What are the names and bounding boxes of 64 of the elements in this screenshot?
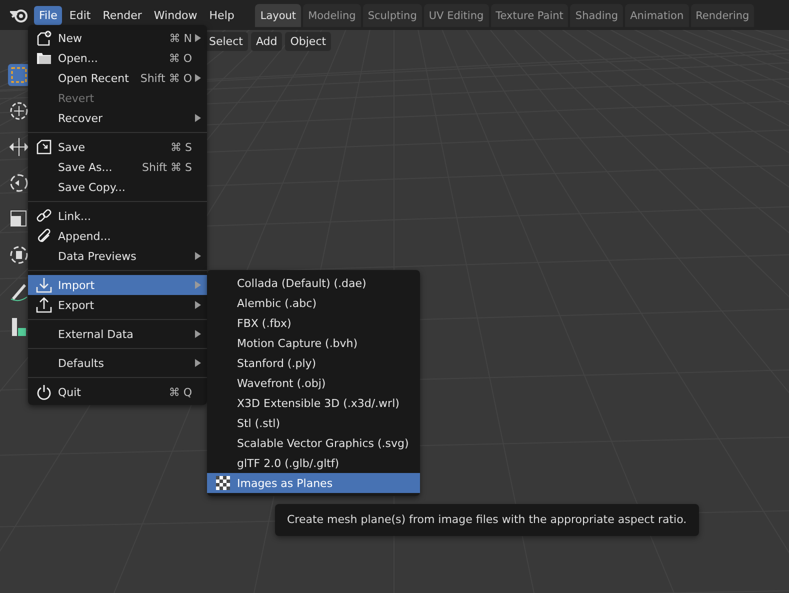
menu-item[interactable]: glTF 2.0 (.glb/.gltf) xyxy=(207,453,420,473)
select-box-icon[interactable] xyxy=(8,64,30,86)
menu-item[interactable]: Open... ⌘ O xyxy=(28,48,207,68)
menu-item[interactable]: Window xyxy=(148,6,202,24)
menu-item[interactable]: FBX (.fbx) xyxy=(207,313,420,333)
transform-icon[interactable] xyxy=(8,244,30,266)
logo-icon[interactable] xyxy=(10,7,28,23)
shortcut-label: ⌘ O xyxy=(168,52,192,64)
menu-item[interactable]: Scalable Vector Graphics (.svg) xyxy=(207,433,420,453)
menu-item[interactable]: Quit ⌘ Q xyxy=(28,382,207,402)
power-icon xyxy=(36,384,52,400)
header-menu-button[interactable]: Object xyxy=(285,32,332,51)
menu-item[interactable]: New ⌘ N xyxy=(28,28,207,48)
rotate-icon[interactable] xyxy=(8,172,30,194)
menu-item[interactable]: Stl (.stl) xyxy=(207,413,420,433)
workspace-tab[interactable]: Rendering xyxy=(690,4,754,27)
workspace-tab[interactable]: Animation xyxy=(625,4,689,27)
shortcut-label: ⌘ N xyxy=(169,32,192,44)
menu-item[interactable]: Export xyxy=(28,295,207,315)
menu-item[interactable]: Defaults xyxy=(28,353,207,373)
checkerboard-icon xyxy=(216,476,230,490)
menu-item[interactable]: Alembic (.abc) xyxy=(207,293,420,313)
workspace-tab[interactable]: Shading xyxy=(570,4,624,27)
move-icon[interactable] xyxy=(8,136,30,158)
shortcut-label: ⌘ S xyxy=(170,140,192,154)
menu-item[interactable]: Wavefront (.obj) xyxy=(207,373,420,393)
workspace-tab[interactable]: Sculpting xyxy=(362,4,422,27)
cursor-icon[interactable] xyxy=(8,100,30,122)
new-file-icon xyxy=(36,30,52,46)
shortcut-label: Shift ⌘ O xyxy=(140,72,192,84)
menu-item[interactable]: Save Copy... xyxy=(28,177,207,197)
menu-item[interactable]: Render xyxy=(98,6,147,24)
workspace-tab[interactable]: Texture Paint xyxy=(490,4,568,27)
menu-item[interactable]: Recover xyxy=(28,108,207,128)
menu-item[interactable]: Append... xyxy=(28,226,207,246)
workspace-tab[interactable]: UV Editing xyxy=(424,4,489,27)
menu-item[interactable]: X3D Extensible 3D (.x3d/.wrl) xyxy=(207,393,420,413)
menu-item[interactable]: Stanford (.ply) xyxy=(207,353,420,373)
import-icon xyxy=(36,277,52,293)
menu-item[interactable]: Images as Planes xyxy=(207,473,420,493)
export-icon xyxy=(36,297,52,313)
menu-item[interactable]: Data Previews xyxy=(28,246,207,266)
header-menu-button[interactable]: Select xyxy=(204,32,248,51)
menu-item[interactable]: Save As... Shift ⌘ S xyxy=(28,157,207,177)
menu-item[interactable]: Collada (Default) (.dae) xyxy=(207,273,420,293)
link-icon xyxy=(36,208,52,224)
workspace-tab[interactable]: Modeling xyxy=(303,4,361,27)
header-menu-button[interactable]: Add xyxy=(250,32,282,51)
menu-item[interactable]: Import xyxy=(28,275,207,295)
menu-item[interactable]: Help xyxy=(204,6,240,24)
menu-item[interactable]: Save ⌘ S xyxy=(28,137,207,157)
workspace-tab[interactable]: Layout xyxy=(255,4,302,27)
menu-item[interactable]: Motion Capture (.bvh) xyxy=(207,333,420,353)
shortcut-label: ⌘ Q xyxy=(168,386,192,398)
menu-item[interactable]: Edit xyxy=(64,6,96,24)
save-icon xyxy=(36,139,52,155)
tooltip: Create mesh plane(s) from image files with the appropriate aspect ratio. xyxy=(275,504,699,536)
menu-item[interactable]: File xyxy=(34,6,62,24)
shortcut-label: Shift ⌘ S xyxy=(142,160,192,174)
menu-item[interactable]: Link... xyxy=(28,206,207,226)
menu-item[interactable]: Open Recent Shift ⌘ O xyxy=(28,68,207,88)
menu-item[interactable]: External Data xyxy=(28,324,207,344)
folder-icon xyxy=(36,51,52,65)
paperclip-icon xyxy=(36,228,52,244)
